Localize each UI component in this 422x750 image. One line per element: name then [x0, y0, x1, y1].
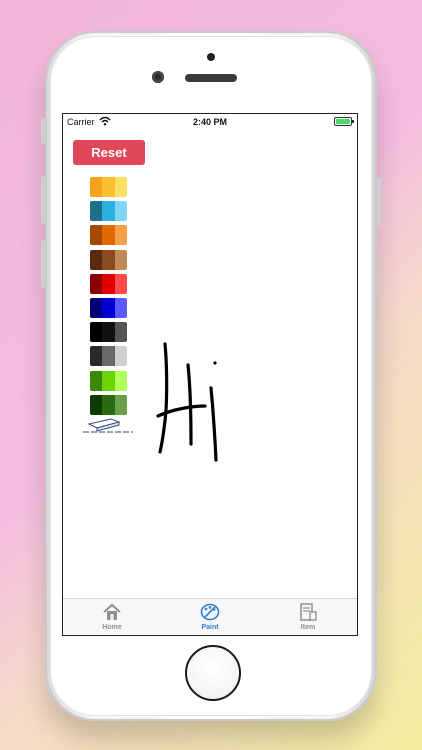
palette-icon: [200, 603, 220, 621]
tab-bar: Home Paint Item: [63, 598, 357, 635]
color-swatch-orange-brown[interactable]: [90, 225, 127, 245]
tab-home[interactable]: Home: [63, 599, 161, 635]
color-swatch-cyan-blue[interactable]: [90, 201, 127, 221]
color-swatch-green[interactable]: [90, 371, 127, 391]
front-camera: [152, 71, 164, 83]
tab-item-label: Item: [300, 624, 316, 631]
tab-home-label: Home: [102, 624, 122, 631]
home-button[interactable]: [185, 645, 241, 701]
register-icon: [300, 603, 317, 621]
color-swatch-black[interactable]: [90, 322, 127, 342]
proximity-sensor: [207, 53, 215, 61]
tab-paint-label: Paint: [201, 624, 219, 631]
color-swatch-gray[interactable]: [90, 346, 127, 366]
tab-item[interactable]: Item: [259, 599, 357, 635]
color-swatch-brown[interactable]: [90, 250, 127, 270]
volume-up-button: [41, 176, 45, 224]
eraser-icon[interactable]: [81, 416, 135, 434]
color-swatch-red[interactable]: [90, 274, 127, 294]
house-icon: [103, 603, 121, 620]
volume-down-button: [41, 240, 45, 288]
earpiece-speaker: [185, 74, 237, 82]
tab-paint[interactable]: Paint: [161, 599, 259, 635]
handwriting-hi: [156, 342, 218, 462]
mute-switch: [41, 118, 45, 144]
color-swatch-orange-yellow[interactable]: [90, 177, 127, 197]
color-swatch-dark-green[interactable]: [90, 395, 127, 415]
app-screen: Carrier 2:40 PM Reset Home Paint Item: [62, 113, 358, 636]
color-swatch-blue[interactable]: [90, 298, 127, 318]
reset-button[interactable]: Reset: [73, 140, 145, 165]
power-button: [377, 178, 381, 226]
